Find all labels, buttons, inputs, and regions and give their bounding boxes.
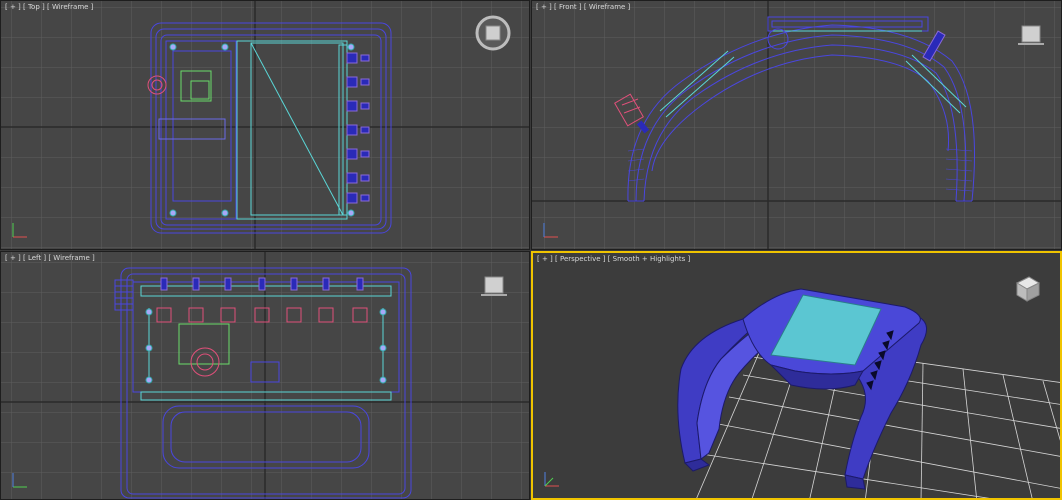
perspective-scene <box>533 253 1060 498</box>
viewport-front[interactable]: [ + ] [ Front ] [ Wireframe ] <box>531 0 1062 250</box>
shading-mode-label[interactable]: [ Smooth + Highlights ] <box>608 255 691 263</box>
viewport-label-top: [ + ] [ Top ] [ Wireframe ] <box>5 3 93 11</box>
viewport-layout: [ + ] [ Top ] [ Wireframe ] [+] [Fron… <box>0 0 1062 500</box>
top-view-scene <box>1 1 529 249</box>
viewport-menu-button[interactable]: [ + ] <box>5 3 21 11</box>
viewcube-icon[interactable] <box>1009 275 1043 309</box>
viewport-menu-button[interactable]: [ + ] <box>537 255 553 263</box>
shading-mode-label[interactable]: [ Wireframe ] <box>48 254 94 262</box>
viewport-menu-button[interactable]: [ + ] <box>536 3 552 11</box>
axis-tripod-icon <box>541 468 563 490</box>
shading-mode-label[interactable]: [ Wireframe ] <box>47 3 93 11</box>
view-type-label[interactable]: [ Perspective ] <box>555 255 605 263</box>
shading-mode-label[interactable]: [ Wireframe ] <box>584 3 630 11</box>
viewport-label-left: [ + ] [ Left ] [ Wireframe ] <box>5 254 95 262</box>
viewport-perspective[interactable]: [ + ] [ Perspective ] [ Smooth + Highlig… <box>531 251 1062 500</box>
viewcube-icon[interactable] <box>479 274 509 302</box>
front-view-scene <box>532 1 1061 249</box>
viewport-top[interactable]: [ + ] [ Top ] [ Wireframe ] <box>0 0 530 250</box>
viewport-left[interactable]: [ + ] [ Left ] [ Wireframe ] <box>0 251 530 500</box>
view-type-label[interactable]: [ Top ] <box>23 3 45 11</box>
steering-wheel-icon[interactable] <box>475 15 511 55</box>
axis-tripod-icon <box>540 219 562 241</box>
viewport-label-front: [ + ] [ Front ] [ Wireframe ] <box>536 3 630 11</box>
left-view-scene <box>1 252 529 499</box>
viewport-menu-button[interactable]: [ + ] <box>5 254 21 262</box>
axis-tripod-icon <box>9 219 31 241</box>
viewcube-icon[interactable] <box>1016 23 1046 51</box>
view-type-label[interactable]: [ Left ] <box>23 254 46 262</box>
viewport-label-perspective: [ + ] [ Perspective ] [ Smooth + Highlig… <box>537 255 690 263</box>
axis-tripod-icon <box>9 469 31 491</box>
view-type-label[interactable]: [ Front ] <box>554 3 582 11</box>
